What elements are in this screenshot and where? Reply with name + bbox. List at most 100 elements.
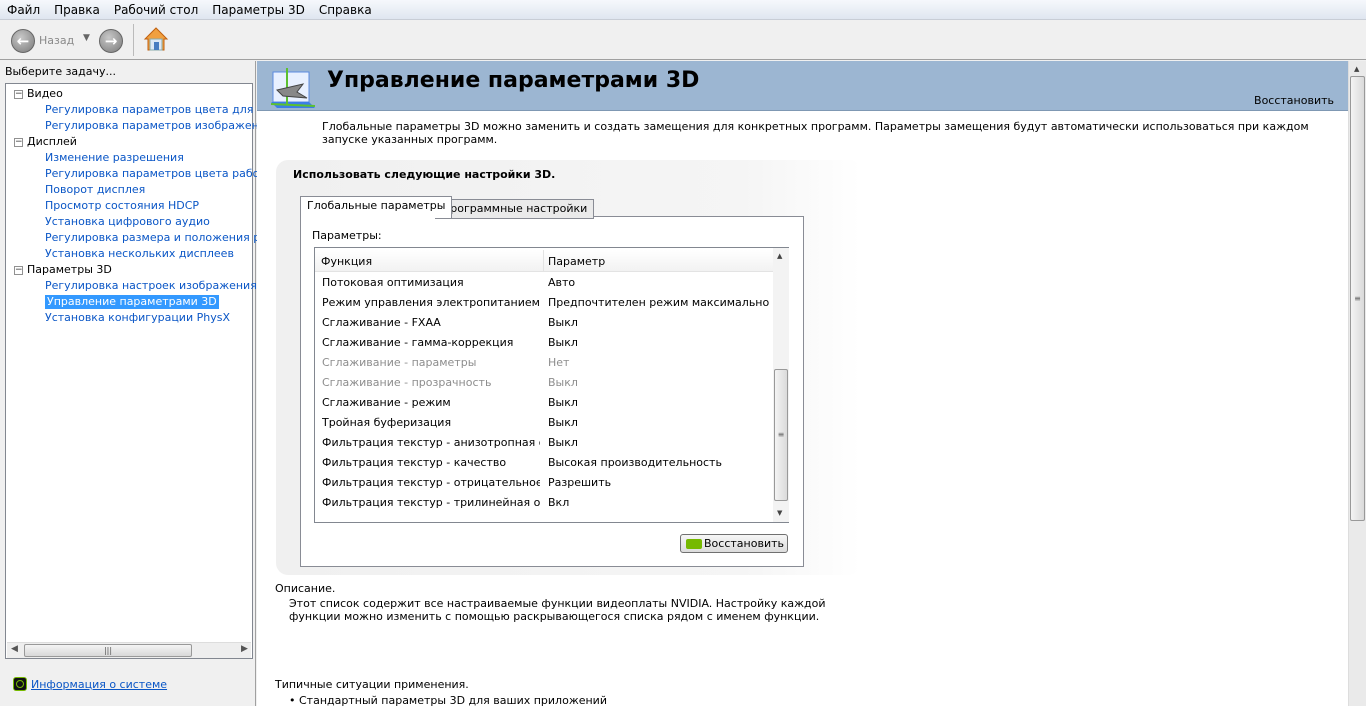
function-value[interactable]: Вкл — [548, 493, 770, 513]
scroll-thumb[interactable]: ||| — [24, 644, 192, 657]
function-name: Сглаживание - гамма-коррекция — [322, 336, 514, 349]
scroll-up-icon[interactable]: ▲ — [777, 252, 782, 260]
menu-item[interactable]: Справка — [312, 0, 379, 19]
function-name: Режим управления электропитанием — [322, 296, 540, 309]
usage-title: Типичные ситуации применения. — [275, 678, 469, 691]
menu-bar: Файл Правка Рабочий стол Параметры 3D Справк… — [0, 0, 1366, 20]
function-value[interactable]: Выкл — [548, 413, 770, 433]
history-dropdown-icon[interactable]: ▼ — [83, 33, 90, 43]
function-value[interactable]: Выкл — [548, 433, 770, 453]
toolbar: ← Назад ▼ → — [0, 20, 1366, 60]
table-row[interactable]: Фильтрация текстур - отрицательное о... Р… — [315, 473, 773, 493]
list-vertical-scrollbar[interactable]: ▲ ≡ ▼ — [773, 248, 789, 522]
usage-item: • Стандартный параметры 3D для ваших при… — [289, 694, 607, 706]
column-header-function[interactable]: Функция — [321, 255, 372, 268]
table-row[interactable]: Режим управления электропитанием Предпочт… — [315, 293, 773, 313]
forward-arrow-icon[interactable]: → — [99, 29, 123, 53]
function-value[interactable]: Выкл — [548, 373, 770, 393]
back-button-label[interactable]: Назад — [39, 34, 74, 47]
list-header: Функция Параметр — [315, 250, 773, 272]
page-title: Управление параметрами 3D — [327, 68, 700, 93]
table-row[interactable]: Фильтрация текстур - трилинейная опт... В… — [315, 493, 773, 513]
table-row[interactable]: Сглаживание - FXAA Выкл — [315, 313, 773, 333]
collapse-icon[interactable]: − — [14, 266, 23, 275]
task-pane-heading: Выберите задачу... — [5, 65, 117, 78]
scroll-left-icon[interactable]: ◀ — [11, 644, 18, 654]
tree-item[interactable]: Параметры 3D — [27, 263, 112, 277]
content-vertical-scrollbar[interactable]: ▲ ≡ — [1348, 61, 1366, 706]
settings-list: Функция Параметр Потоковая оптимизация Ав… — [314, 247, 789, 523]
tree-item[interactable]: Поворот дисплея — [45, 183, 145, 197]
function-name: Фильтрация текстур - отрицательное о... — [322, 476, 540, 489]
function-value[interactable]: Разрешить — [548, 473, 770, 493]
content-scroll-thumb[interactable]: ≡ — [1350, 76, 1365, 521]
menu-item[interactable]: Рабочий стол — [107, 0, 205, 19]
list-scroll-thumb[interactable]: ≡ — [774, 369, 788, 501]
tree-item[interactable]: Дисплей — [27, 135, 77, 149]
tree-item[interactable]: Установка нескольких дисплеев — [45, 247, 234, 261]
column-header-value[interactable]: Параметр — [548, 255, 605, 268]
info-icon — [13, 677, 27, 691]
table-row[interactable]: Фильтрация текстур - анизотропная оп... В… — [315, 433, 773, 453]
3d-settings-icon — [270, 68, 316, 108]
tree-item[interactable]: Управление параметрами 3D — [45, 295, 219, 309]
function-value[interactable]: Выкл — [548, 333, 770, 353]
tree-item[interactable]: Регулировка настроек изображения с пр — [45, 279, 284, 293]
tab-program[interactable]: Программные настройки — [435, 199, 595, 219]
page-header: Управление параметрами 3D Восстановить — [257, 61, 1348, 111]
tree-item[interactable]: Установка цифрового аудио — [45, 215, 210, 229]
function-name: Сглаживание - FXAA — [322, 316, 441, 329]
table-row[interactable]: Сглаживание - параметры Нет — [315, 353, 773, 373]
function-value[interactable]: Выкл — [548, 313, 770, 333]
menu-item[interactable]: Файл — [0, 0, 47, 19]
function-name: Тройная буферизация — [322, 416, 452, 429]
tree-item[interactable]: Регулировка размера и положения рабо — [45, 231, 281, 245]
scroll-up-icon[interactable]: ▲ — [1354, 65, 1359, 73]
tree-horizontal-scrollbar[interactable]: ◀ ||| ▶ — [7, 642, 251, 658]
scroll-down-icon[interactable]: ▼ — [777, 509, 782, 517]
menu-item[interactable]: Параметры 3D — [205, 0, 312, 19]
table-row[interactable]: Сглаживание - режим Выкл — [315, 393, 773, 413]
toolbar-divider — [133, 24, 134, 56]
nvidia-logo-icon — [686, 539, 702, 549]
function-value[interactable]: Нет — [548, 353, 770, 373]
function-value[interactable]: Авто — [548, 273, 770, 293]
task-pane: Выберите задачу... − Видео Регулировка пар… — [0, 61, 284, 706]
back-arrow-icon[interactable]: ← — [11, 29, 35, 53]
task-tree: − Видео Регулировка параметров цвета для в… — [5, 83, 284, 659]
restore-defaults-link[interactable]: Восстановить — [1254, 94, 1334, 107]
system-info-link[interactable]: Информация о системе — [31, 678, 167, 691]
tree-item[interactable]: Изменение разрешения — [45, 151, 184, 165]
table-row[interactable]: Тройная буферизация Выкл — [315, 413, 773, 433]
table-row[interactable]: Сглаживание - гамма-коррекция Выкл — [315, 333, 773, 353]
function-value[interactable]: Высокая производительность — [548, 453, 770, 473]
section-title: Использовать следующие настройки 3D. — [293, 168, 556, 181]
table-row[interactable]: Фильтрация текстур - качество Высокая про… — [315, 453, 773, 473]
collapse-icon[interactable]: − — [14, 90, 23, 99]
function-name: Фильтрация текстур - анизотропная оп... — [322, 436, 540, 449]
description-title: Описание. — [275, 582, 336, 595]
restore-button[interactable]: Восстановить — [680, 534, 788, 553]
content-pane: Управление параметрами 3D Восстановить Г… — [257, 61, 1348, 706]
intro-text: Глобальные параметры 3D можно заменить и… — [322, 120, 1309, 146]
scroll-right-icon[interactable]: ▶ — [241, 644, 248, 654]
table-row[interactable]: Сглаживание - прозрачность Выкл — [315, 373, 773, 393]
tree-item[interactable]: Установка конфигурации PhysX — [45, 311, 230, 325]
table-row[interactable]: Потоковая оптимизация Авто — [315, 273, 773, 293]
usage-item-text: Стандартный параметры 3D для ваших прило… — [299, 694, 607, 706]
tab-global[interactable]: Глобальные параметры — [300, 196, 453, 218]
function-value[interactable]: Выкл — [548, 393, 770, 413]
tree-item[interactable]: Регулировка параметров изображения д — [45, 119, 284, 133]
function-name: Сглаживание - режим — [322, 396, 451, 409]
function-name: Сглаживание - параметры — [322, 356, 477, 369]
menu-item[interactable]: Правка — [47, 0, 107, 19]
description-text: Этот список содержит все настраиваемые ф… — [289, 597, 826, 623]
tree-item[interactable]: Регулировка параметров цвета для вид — [45, 103, 278, 117]
function-value[interactable]: Предпочтителен режим максимальной п... — [548, 293, 770, 313]
tree-item[interactable]: Регулировка параметров цвета рабочег — [45, 167, 278, 181]
tree-item[interactable]: Просмотр состояния HDCP — [45, 199, 199, 213]
tree-item[interactable]: Видео — [27, 87, 63, 101]
home-icon[interactable] — [143, 26, 169, 52]
collapse-icon[interactable]: − — [14, 138, 23, 147]
params-label: Параметры: — [312, 229, 382, 242]
